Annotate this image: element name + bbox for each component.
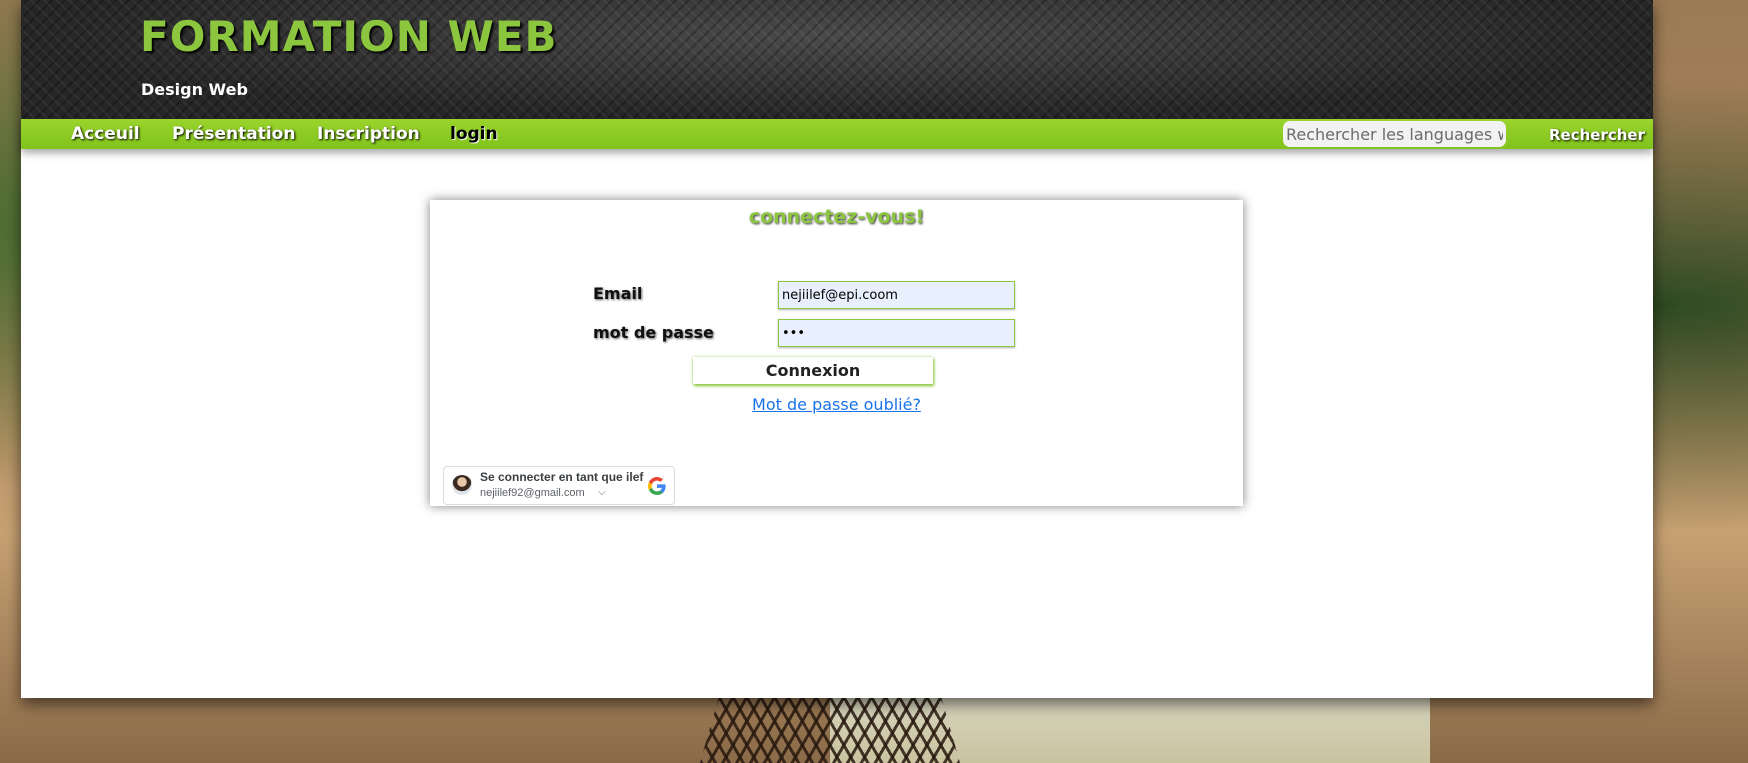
site-subtitle: Design Web xyxy=(141,80,248,99)
google-logo-icon xyxy=(648,477,666,495)
email-label: Email xyxy=(593,284,643,303)
nav-item-presentation[interactable]: Présentation xyxy=(172,121,295,147)
email-field[interactable] xyxy=(778,281,1015,309)
login-title: connectez-vous! xyxy=(748,206,925,228)
avatar xyxy=(452,475,472,495)
google-one-tap-button[interactable]: Se connecter en tant que ilef nejiilef92… xyxy=(443,466,675,505)
page-container: FORMATION WEB Design Web Acceuil Présent… xyxy=(21,0,1653,698)
password-label: mot de passe xyxy=(593,323,714,342)
nav-item-acceuil[interactable]: Acceuil xyxy=(71,121,140,147)
chevron-down-icon[interactable]: ⌵ xyxy=(598,487,606,498)
site-title: FORMATION WEB xyxy=(140,12,558,61)
connexion-button[interactable]: Connexion xyxy=(693,357,933,384)
forgot-password-link-text[interactable]: Mot de passe oublié? xyxy=(752,395,921,414)
search-button[interactable]: Rechercher xyxy=(1549,122,1645,148)
site-header: FORMATION WEB Design Web xyxy=(21,0,1653,119)
forgot-password-link: Mot de passe oublié? xyxy=(430,395,1243,414)
login-card: connectez-vous! Email mot de passe Conne… xyxy=(430,200,1243,506)
search-input[interactable] xyxy=(1283,121,1506,147)
nav-item-inscription[interactable]: Inscription xyxy=(317,121,420,147)
nav-item-login[interactable]: login xyxy=(450,121,498,147)
main-nav: Acceuil Présentation Inscription login R… xyxy=(21,119,1653,149)
google-email: nejiilef92@gmail.com xyxy=(480,487,585,499)
google-prompt: Se connecter en tant que ilef xyxy=(480,470,644,484)
background-eiffel-tower xyxy=(700,690,960,763)
password-field[interactable] xyxy=(778,319,1015,347)
